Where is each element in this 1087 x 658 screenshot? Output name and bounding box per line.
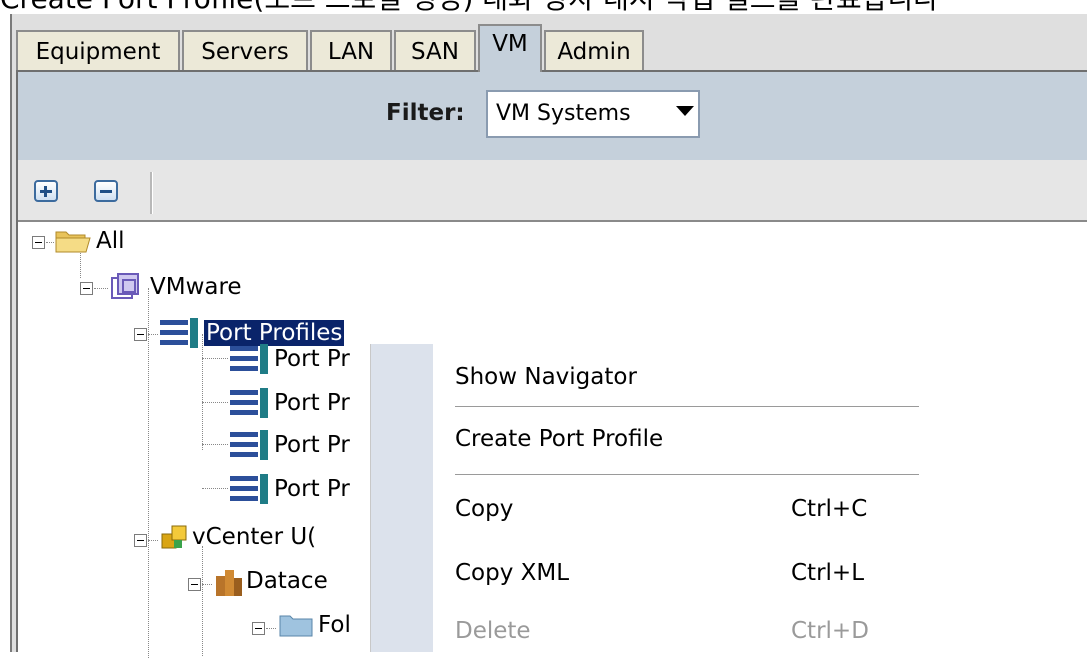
filter-label: Filter:	[386, 100, 465, 126]
toolbar-divider	[150, 172, 153, 214]
menu-icon-gutter	[371, 344, 433, 652]
tree-node-port-profile[interactable]: Port Pr	[274, 472, 350, 506]
tree-node-port-profile[interactable]: Port Pr	[274, 342, 350, 376]
tree-toolbar	[18, 160, 1087, 222]
datacenter-icon	[214, 566, 244, 598]
collapse-toggle-all[interactable]	[32, 236, 45, 249]
port-profile-icon	[160, 318, 198, 348]
tree-node-all[interactable]: All	[96, 224, 125, 258]
tab-admin[interactable]: Admin	[544, 30, 644, 70]
tab-lan[interactable]: LAN	[310, 30, 392, 70]
vcenter-icon	[160, 524, 190, 554]
filter-value: VM Systems	[496, 101, 631, 126]
menu-item-delete[interactable]: Delete	[455, 616, 531, 646]
minus-icon[interactable]	[94, 180, 118, 202]
shortcut-copy-xml: Ctrl+L	[791, 560, 865, 586]
menu-separator	[455, 474, 919, 475]
tree-node-datacenter[interactable]: Datace	[246, 564, 328, 598]
collapse-toggle-vcenter[interactable]	[134, 534, 147, 547]
tab-equipment[interactable]: Equipment	[16, 30, 180, 70]
tab-vm[interactable]: VM	[478, 24, 542, 72]
page-caption: Create Port Profile(포트 프로필 생성) 대화 상자 대시 …	[0, 0, 1087, 14]
shortcut-copy: Ctrl+C	[791, 496, 868, 522]
tab-san[interactable]: SAN	[394, 30, 476, 70]
tree-node-port-profile[interactable]: Port Pr	[274, 428, 350, 462]
menu-item-create-port-profile[interactable]: Create Port Profile	[455, 424, 663, 454]
port-profile-icon	[230, 388, 268, 418]
menu-separator	[455, 406, 919, 407]
plus-icon[interactable]	[34, 180, 58, 202]
collapse-toggle-vmware[interactable]	[80, 282, 93, 295]
tab-servers[interactable]: Servers	[182, 30, 308, 70]
context-menu: Show Navigator Create Port Profile Copy …	[370, 344, 931, 652]
menu-item-show-navigator[interactable]: Show Navigator	[455, 362, 637, 392]
port-profile-icon	[230, 344, 268, 374]
folder-open-icon	[54, 226, 92, 254]
tree-node-folder[interactable]: Fol	[318, 608, 351, 642]
vmware-icon	[110, 270, 144, 304]
filter-dropdown[interactable]: VM Systems	[486, 90, 700, 138]
collapse-toggle-folder[interactable]	[252, 622, 265, 635]
folder-icon	[278, 610, 314, 638]
menu-item-copy-xml[interactable]: Copy XML	[455, 558, 569, 588]
collapse-toggle-datacenter[interactable]	[188, 578, 201, 591]
collapse-toggle-port-profiles[interactable]	[134, 328, 147, 341]
port-profile-icon	[230, 430, 268, 460]
menu-item-copy[interactable]: Copy	[455, 494, 513, 524]
filter-bar: Filter: VM Systems	[18, 72, 1087, 160]
tree-node-vmware[interactable]: VMware	[150, 270, 242, 304]
shortcut-delete: Ctrl+D	[791, 618, 869, 644]
chevron-down-icon[interactable]	[676, 106, 694, 116]
tree-node-port-profile[interactable]: Port Pr	[274, 386, 350, 420]
tree-node-vcenter[interactable]: vCenter U(	[192, 520, 316, 554]
port-profile-icon	[230, 474, 268, 504]
